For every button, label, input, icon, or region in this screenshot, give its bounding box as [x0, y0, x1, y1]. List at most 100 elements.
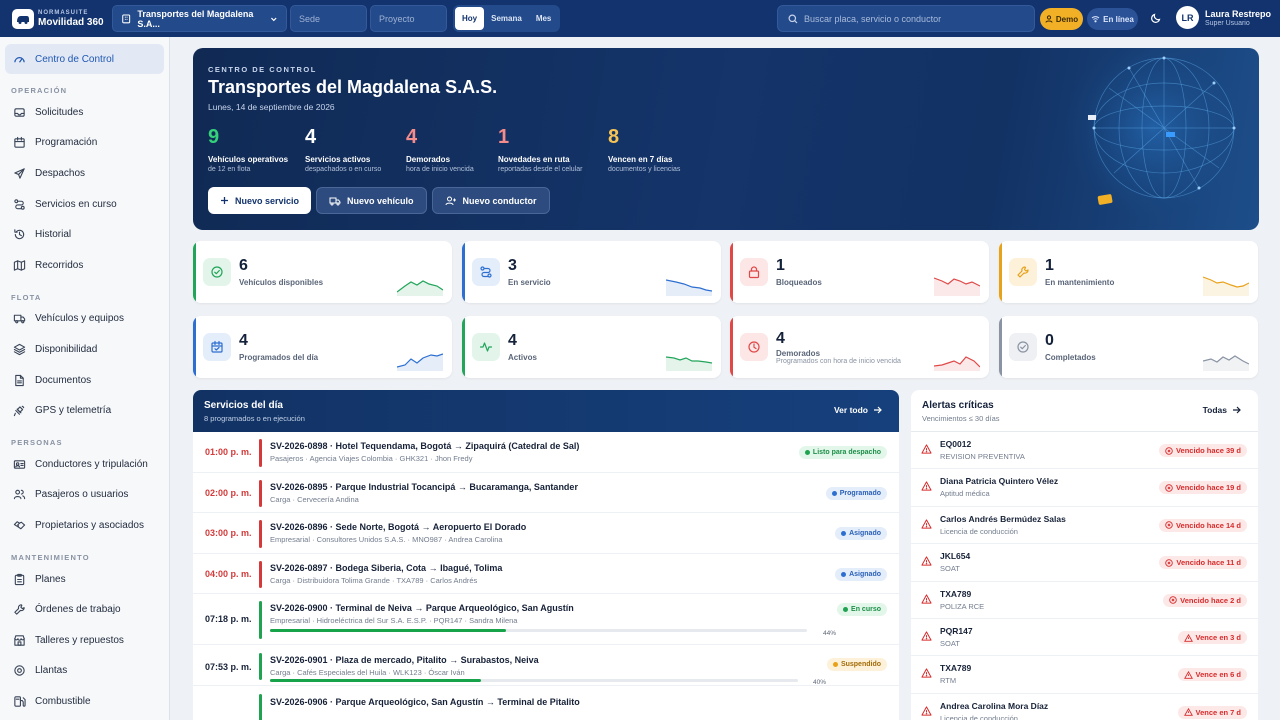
- layers-icon: [13, 343, 26, 356]
- hero-banner: CENTRO DE CONTROL Transportes del Magdal…: [193, 48, 1259, 230]
- service-row[interactable]: 07:18 p. m. SV-2026-0900 · Terminal de Ne…: [193, 594, 899, 646]
- alerts-all-label: Todas: [1202, 405, 1227, 415]
- new-vehicle-label: Nuevo vehículo: [347, 195, 414, 206]
- service-row[interactable]: 02:00 p. m. SV-2026-0895 · Parque Industr…: [193, 473, 899, 514]
- status-badge: Asignado: [835, 527, 887, 541]
- sidebar-item-gps-y-telemetria[interactable]: GPS y telemetría: [5, 395, 164, 426]
- plus-icon: [221, 197, 228, 204]
- search-input[interactable]: Buscar placa, servicio o conductor: [777, 5, 1035, 32]
- sidebar-item-recorridos[interactable]: Recorridos: [5, 250, 164, 281]
- sidebar-item-planes[interactable]: Planes: [5, 564, 164, 595]
- sidebar-item-label: Disponibilidad: [35, 343, 98, 355]
- x-circle-icon: [1165, 521, 1173, 530]
- stat-card-bloqueados[interactable]: 1 Bloqueados: [730, 241, 989, 303]
- warning-icon: [1183, 670, 1193, 679]
- user-menu[interactable]: LR Laura Restrepo Super Usuario: [1176, 6, 1271, 29]
- stat-card-en-servicio[interactable]: 3 En servicio: [462, 241, 721, 303]
- alert-sub: REVISION PREVENTIVA: [940, 452, 1025, 461]
- sidebar-item-label: GPS y telemetría: [35, 405, 112, 417]
- user-role: Super Usuario: [1205, 19, 1250, 27]
- stat-card-demorados[interactable]: 4 Demorados Programados con hora de inicio…: [730, 316, 989, 378]
- alert-row[interactable]: Diana Patricia Quintero Vélez Aptitud méd…: [911, 469, 1258, 507]
- alert-icon-wrap: [921, 631, 932, 641]
- stat-card-programados-del-dia[interactable]: 4 Programados del día: [193, 316, 452, 378]
- alert-row[interactable]: TXA789 RTM Vence en 6 d: [911, 656, 1258, 694]
- alert-sub: Licencia de conducción: [940, 526, 1018, 536]
- inbox-icon: [14, 108, 25, 117]
- demo-badge[interactable]: Demo: [1040, 8, 1083, 30]
- stat-value: 1: [776, 257, 785, 274]
- new-service-button[interactable]: Nuevo servicio: [208, 187, 312, 214]
- new-driver-button[interactable]: Nuevo conductor: [431, 187, 550, 214]
- kpi-label: Vencen en 7 días: [608, 155, 673, 164]
- sidebar-item-propietarios-y-asociados[interactable]: Propietarios y asociados: [5, 510, 164, 541]
- x-circle-icon: [1165, 484, 1173, 492]
- period-mes[interactable]: Mes: [529, 7, 559, 30]
- warning-icon: [921, 706, 932, 716]
- alerts-all-button[interactable]: Todas: [1203, 405, 1241, 415]
- status-dot: [804, 450, 810, 455]
- sidebar-item-disponibilidad[interactable]: Disponibilidad: [5, 334, 164, 365]
- proyecto-select[interactable]: Proyecto: [370, 5, 447, 32]
- sidebar-item-solicitudes[interactable]: Solicitudes: [5, 97, 164, 128]
- sidebar-item-servicios-en-curso[interactable]: Servicios en curso: [5, 189, 164, 220]
- sidebar-item-programacion[interactable]: Programación: [5, 128, 164, 159]
- sidebar-item-despachos[interactable]: Despachos: [5, 158, 164, 189]
- alert-row[interactable]: Carlos Andrés Bermúdez Salas Licencia de …: [911, 507, 1258, 545]
- sidebar-section-title: PERSONAS: [11, 437, 63, 447]
- service-row[interactable]: 03:00 p. m. SV-2026-0896 · Sede Norte, Bo…: [193, 513, 899, 554]
- stat-icon-wrap: [1009, 333, 1037, 361]
- stat-card-activos[interactable]: 4 Activos: [462, 316, 721, 378]
- sidebar-item-combustible[interactable]: Combustible: [5, 686, 164, 717]
- service-row[interactable]: 01:00 p. m. SV-2026-0898 · Hotel Tequenda…: [193, 432, 899, 473]
- service-row[interactable]: 07:53 p. m. SV-2026-0901 · Plaza de merca…: [193, 646, 899, 686]
- alert-badge: Vencido hace 11 d: [1159, 556, 1247, 570]
- stat-label: En mantenimiento: [1045, 278, 1115, 287]
- stat-card-vehiculos-disponibles[interactable]: 6 Vehículos disponibles: [193, 241, 452, 303]
- hero-kpi: 1 Novedades en ruta reportadas desde el ce…: [498, 126, 608, 173]
- status-badge: Listo para despacho: [798, 446, 887, 459]
- sidebar-item-pasajeros-o-usuarios[interactable]: Pasajeros o usuarios: [5, 480, 164, 511]
- sidebar-item-conductores-y-tripulacion[interactable]: Conductores y tripulación: [5, 449, 164, 480]
- service-row[interactable]: 04:00 p. m. SV-2026-0897 · Bodega Siberia…: [193, 554, 899, 595]
- new-vehicle-button[interactable]: Nuevo vehículo: [316, 187, 427, 214]
- service-row[interactable]: SV-2026-0906 · Parque Arqueológico, San …: [193, 686, 899, 720]
- sidebar-item-vehiculos-y-equipos[interactable]: Vehículos y equipos: [5, 304, 164, 335]
- avatar: LR: [1176, 6, 1199, 29]
- alert-row[interactable]: PQR147 SOAT Vence en 3 d: [911, 619, 1258, 657]
- sidebar-item-ordenes-de-trabajo[interactable]: Órdenes de trabajo: [5, 594, 164, 625]
- alert-row[interactable]: JKL654 SOAT Vencido hace 11 d: [911, 544, 1258, 582]
- period-semana[interactable]: Semana: [484, 7, 529, 30]
- sidebar-section-title: MANTENIMIENTO: [11, 552, 90, 562]
- kpi-label: Servicios activos: [305, 155, 371, 164]
- sidebar-item-llantas[interactable]: Llantas: [5, 656, 164, 687]
- sede-select[interactable]: Sede: [290, 5, 367, 32]
- alert-row[interactable]: Andrea Carolina Mora Díaz Licencia de con…: [911, 694, 1258, 720]
- sidebar-item-centro-de-control[interactable]: Centro de Control: [5, 44, 164, 74]
- status-label: Programado: [839, 489, 881, 497]
- wifi-icon: [1091, 16, 1100, 23]
- alert-row[interactable]: TXA789 POLIZA RCE Vencido hace 2 d: [911, 582, 1258, 619]
- sidebar-item-historial[interactable]: Historial: [5, 219, 164, 250]
- alert-badge-label: Vencido hace 11 d: [1176, 558, 1241, 568]
- id-card-icon: [13, 459, 26, 469]
- period-hoy[interactable]: Hoy: [455, 7, 485, 30]
- stat-card-en-mantenimiento[interactable]: 1 En mantenimiento: [999, 241, 1258, 303]
- stat-accent: [193, 241, 196, 303]
- sidebar-item-talleres-y-repuestos[interactable]: Talleres y repuestos: [5, 625, 164, 656]
- stat-card-completados[interactable]: 0 Completados: [999, 316, 1258, 378]
- sidebar-item-documentos[interactable]: Documentos: [5, 365, 164, 396]
- warning-icon: [921, 556, 932, 566]
- x-circle-icon: [1165, 446, 1173, 455]
- stat-icon-wrap: [203, 258, 231, 286]
- view-all-button[interactable]: Ver todo: [834, 405, 882, 415]
- alert-name: Carlos Andrés Bermúdez Salas: [940, 513, 1066, 524]
- theme-toggle[interactable]: [1150, 12, 1162, 24]
- status-dot: [831, 490, 837, 496]
- online-status[interactable]: En línea: [1087, 8, 1138, 30]
- company-selector[interactable]: Transportes del Magdalena S.A...: [112, 5, 287, 32]
- alert-row[interactable]: EQ0012 REVISION PREVENTIVA Vencido hace 39…: [911, 432, 1258, 470]
- brand[interactable]: NORMASUITE Movilidad 360: [0, 8, 112, 29]
- status-label: Listo para despacho: [812, 449, 881, 456]
- status-bar: [259, 652, 262, 680]
